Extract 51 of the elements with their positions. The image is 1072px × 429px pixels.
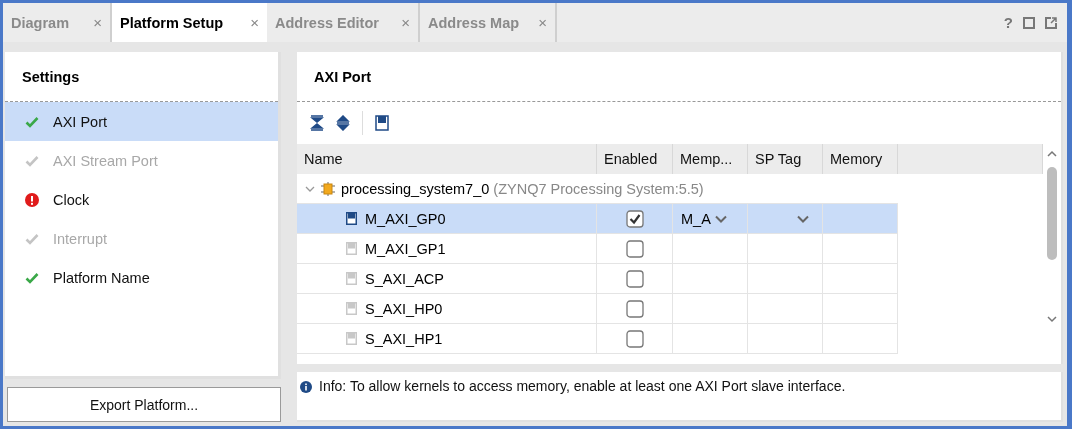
memport-value: M_A <box>681 210 711 227</box>
settings-item[interactable]: Platform Name <box>5 258 278 297</box>
enabled-checkbox[interactable] <box>625 239 644 258</box>
dropdown-icon[interactable] <box>797 214 809 223</box>
enabled-checkbox[interactable] <box>625 329 644 348</box>
tab[interactable]: Platform Setup × <box>112 3 267 42</box>
ip-block-icon <box>321 181 335 196</box>
port-name[interactable]: M_AXI_GP1 <box>365 240 446 257</box>
settings-item[interactable]: AXI Port <box>5 102 278 141</box>
table-cell[interactable] <box>748 234 823 264</box>
check-icon <box>25 115 39 128</box>
port-name[interactable]: M_AXI_GP0 <box>365 210 446 227</box>
check-icon <box>25 154 39 167</box>
column-header[interactable]: Memory <box>823 144 898 174</box>
column-header[interactable]: Memp... <box>673 144 748 174</box>
export-platform-button[interactable]: Export Platform... <box>7 387 281 422</box>
enabled-checkbox[interactable] <box>625 299 644 318</box>
table-cell[interactable] <box>748 204 823 234</box>
enabled-checkbox[interactable] <box>625 269 644 288</box>
expand-caret-icon[interactable] <box>305 184 315 193</box>
tree-node[interactable]: processing_system7_0 (ZYNQ7 Processing System:5.5) <box>341 180 704 197</box>
table-cell[interactable] <box>673 264 748 294</box>
close-icon[interactable]: × <box>250 14 259 31</box>
settings-item[interactable]: Clock <box>5 180 278 219</box>
table-cell[interactable] <box>673 324 748 354</box>
column-header[interactable]: Name <box>297 144 597 174</box>
column-header[interactable]: SP Tag <box>748 144 823 174</box>
column-header[interactable]: Enabled <box>597 144 673 174</box>
help-icon[interactable]: ? <box>1003 14 1013 31</box>
float-window-icon[interactable] <box>1045 16 1057 29</box>
port-icon[interactable] <box>375 115 389 131</box>
table-cell[interactable] <box>748 264 823 294</box>
collapse-all-icon[interactable] <box>310 115 324 131</box>
check-icon <box>25 271 39 284</box>
maximize-icon[interactable] <box>1023 16 1035 29</box>
port-name[interactable]: S_AXI_HP1 <box>365 330 443 347</box>
expand-all-icon[interactable] <box>336 115 350 131</box>
enabled-checkbox[interactable] <box>625 209 644 228</box>
panel-title: AXI Port <box>297 52 1061 102</box>
port-name[interactable]: S_AXI_ACP <box>365 270 444 287</box>
table-cell[interactable] <box>673 294 748 324</box>
table-cell[interactable] <box>748 294 823 324</box>
check-icon <box>25 232 39 245</box>
info-message: Info: To allow kernels to access memory, enable at least one AXI Port slave interface. <box>319 378 846 394</box>
table-cell[interactable] <box>673 234 748 264</box>
port-name[interactable]: S_AXI_HP0 <box>365 300 443 317</box>
error-icon <box>25 192 39 207</box>
dropdown-icon[interactable] <box>714 214 727 223</box>
info-icon <box>300 381 312 393</box>
table-cell[interactable] <box>748 324 823 354</box>
table-cell[interactable]: M_A <box>673 204 748 234</box>
